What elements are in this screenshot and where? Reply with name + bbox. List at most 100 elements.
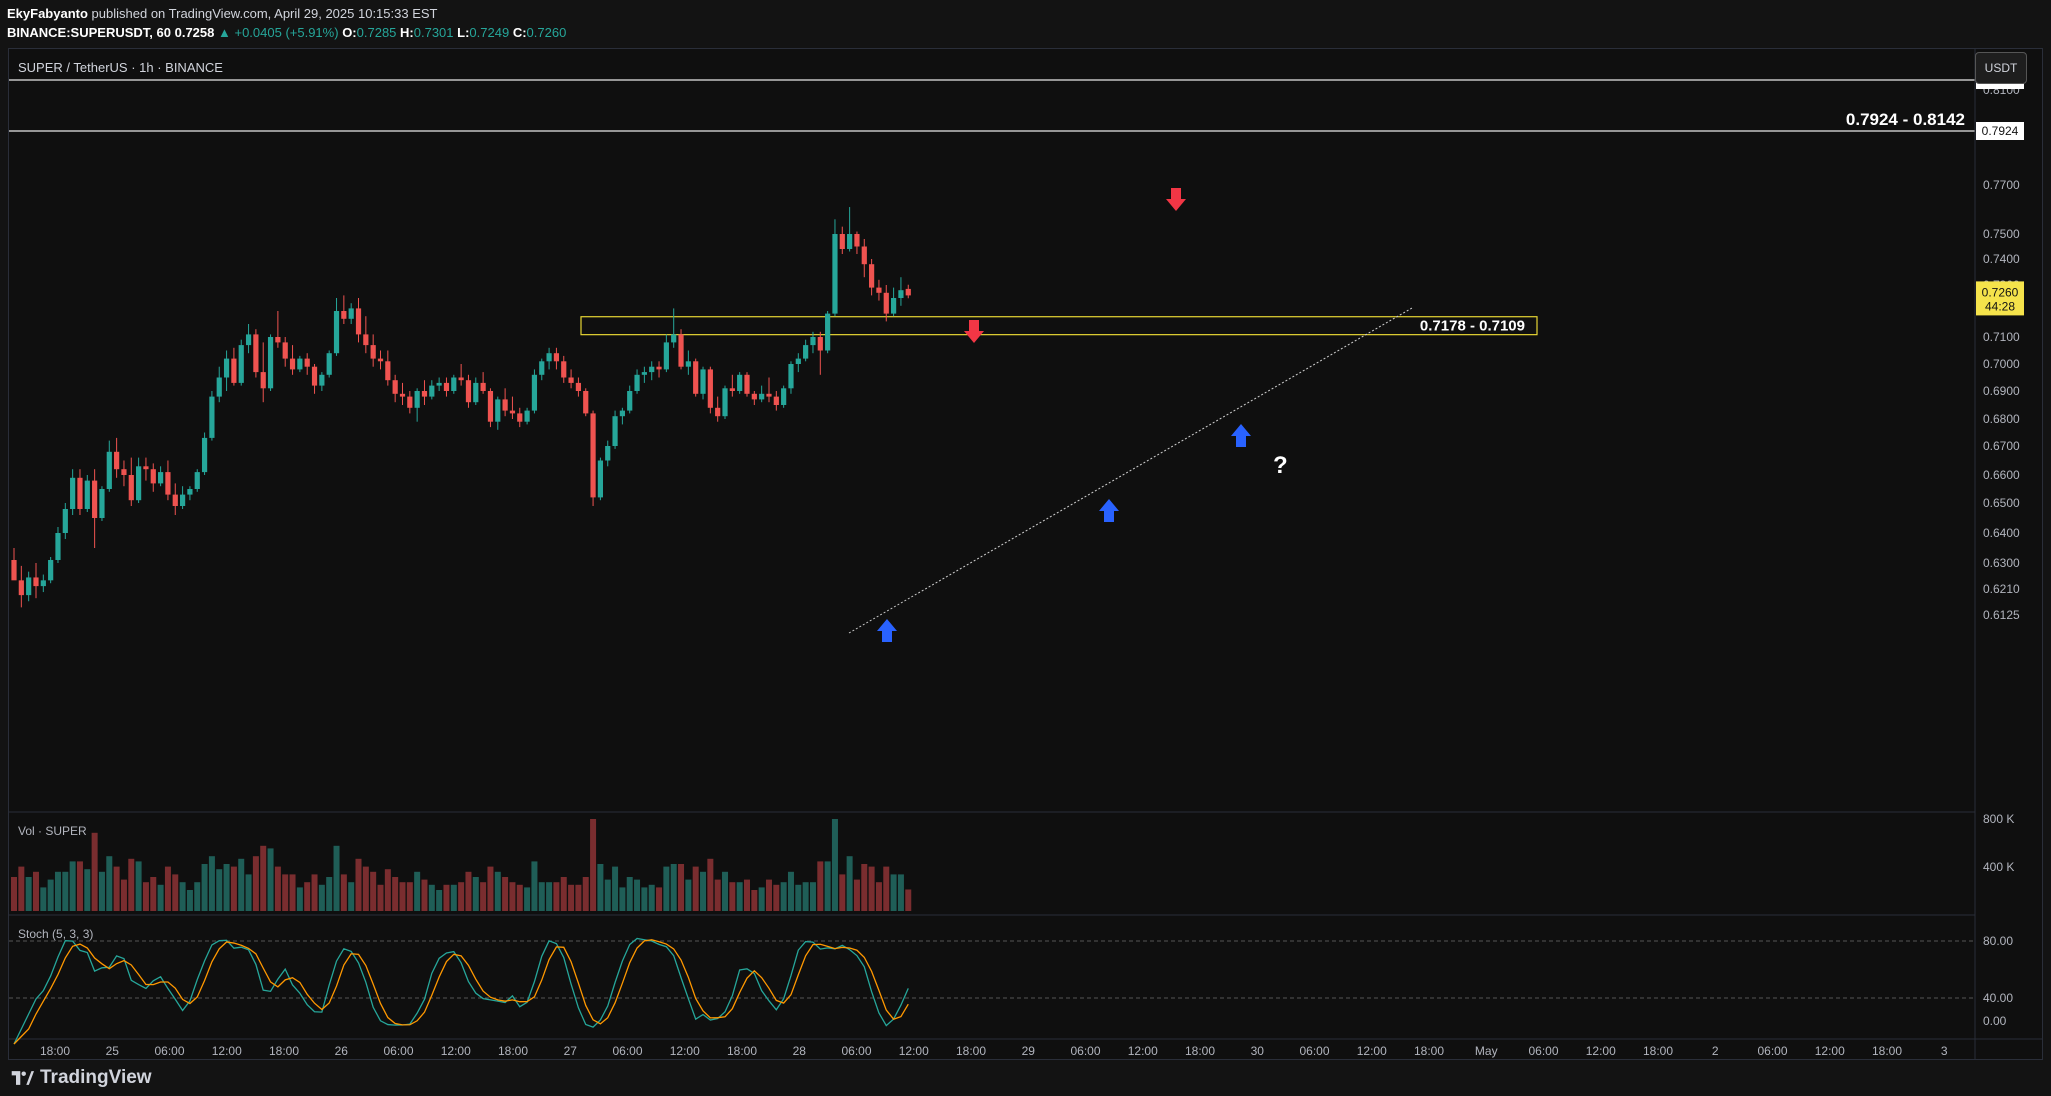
volume-bar bbox=[428, 884, 435, 911]
price-tick-12: 0.6400 bbox=[1983, 526, 2020, 540]
currency-button[interactable]: USDT bbox=[1975, 52, 2027, 84]
arrow-down-icon[interactable] bbox=[1166, 188, 1186, 211]
time-tick-16: 18:00 bbox=[956, 1044, 986, 1058]
volume-bar bbox=[780, 882, 787, 911]
volume-bar bbox=[230, 866, 237, 911]
candle-body bbox=[619, 410, 625, 417]
volume-bar bbox=[553, 882, 560, 911]
author-name[interactable]: EkyFabyanto bbox=[7, 6, 88, 21]
last-price: 0.7258 bbox=[174, 25, 215, 40]
candle-body bbox=[253, 334, 259, 373]
candle-body bbox=[656, 366, 662, 370]
candle-body bbox=[297, 358, 303, 370]
candle-body bbox=[48, 560, 54, 581]
volume-bar bbox=[252, 856, 259, 911]
time-tick-32: 18:00 bbox=[1872, 1044, 1902, 1058]
candle-body bbox=[663, 342, 669, 370]
candle-body bbox=[597, 460, 603, 498]
arrow-up-icon[interactable] bbox=[1231, 424, 1251, 447]
volume-bar bbox=[142, 882, 149, 911]
candle-body bbox=[451, 377, 457, 391]
candle-body bbox=[715, 407, 721, 417]
support-zone[interactable]: 0.7178 - 0.7109 bbox=[580, 316, 1538, 336]
time-tick-7: 12:00 bbox=[441, 1044, 471, 1058]
time-tick-29: 2 bbox=[1712, 1044, 1719, 1058]
candle-body bbox=[861, 246, 867, 265]
time-tick-19: 12:00 bbox=[1128, 1044, 1158, 1058]
time-tick-2: 06:00 bbox=[154, 1044, 184, 1058]
trendline[interactable] bbox=[848, 307, 1413, 634]
candle-body bbox=[238, 345, 244, 383]
current-price-value: 0.7260 bbox=[1982, 285, 2019, 299]
time-axis[interactable]: 18:00 25 06:00 12:00 18:00 26 06:00 12:00 18:00 2… bbox=[40, 1044, 1948, 1058]
candle-body bbox=[209, 396, 215, 438]
candle-body bbox=[568, 377, 574, 383]
ascending-trendline[interactable] bbox=[848, 307, 1413, 634]
candle-body bbox=[781, 388, 787, 405]
time-tick-26: 06:00 bbox=[1528, 1044, 1558, 1058]
chart-canvas[interactable]: SUPER / TetherUS · 1h · BINANCE 0.7178 -… bbox=[9, 49, 2042, 1059]
candle-body bbox=[407, 396, 413, 408]
footer: TradingView bbox=[0, 1060, 2051, 1096]
volume-bar bbox=[348, 882, 355, 911]
volume-bar bbox=[245, 874, 252, 911]
price-tick-10: 0.6600 bbox=[1983, 468, 2020, 482]
stoch-tick-1: 40.00 bbox=[1983, 991, 2013, 1005]
candle-body bbox=[891, 298, 897, 314]
candle-body bbox=[377, 358, 384, 362]
candle-body bbox=[649, 366, 655, 373]
volume-bar bbox=[531, 861, 538, 911]
candle-body bbox=[722, 388, 728, 417]
horizontal-levels[interactable] bbox=[9, 79, 1975, 132]
arrow-up-icon[interactable] bbox=[877, 619, 897, 642]
candle-body bbox=[201, 437, 208, 473]
volume-bar bbox=[714, 879, 721, 911]
time-tick-28: 18:00 bbox=[1643, 1044, 1673, 1058]
candle-body bbox=[561, 361, 567, 378]
chart-header: EkyFabyanto published on TradingView.com… bbox=[0, 0, 2051, 48]
stoch-k-line bbox=[13, 937, 909, 1045]
candle-body bbox=[700, 369, 706, 394]
chart-area[interactable]: SUPER / TetherUS · 1h · BINANCE 0.7178 -… bbox=[8, 48, 2043, 1060]
candle-body bbox=[304, 358, 310, 367]
volume-bar bbox=[890, 874, 897, 911]
candle-body bbox=[495, 399, 501, 422]
candle-body bbox=[289, 358, 296, 370]
time-tick-1: 25 bbox=[106, 1044, 120, 1058]
volume-bar bbox=[326, 877, 333, 911]
candle-body bbox=[385, 361, 391, 381]
volume-bar bbox=[795, 884, 802, 911]
volume-bar bbox=[54, 871, 61, 911]
candle-body bbox=[678, 334, 684, 367]
volume-bar bbox=[208, 856, 215, 911]
price-tick-7: 0.6900 bbox=[1983, 384, 2020, 398]
candle-body bbox=[231, 358, 237, 383]
time-tick-8: 18:00 bbox=[498, 1044, 528, 1058]
candle-body bbox=[517, 413, 523, 422]
price-tick-1: 0.7700 bbox=[1983, 178, 2020, 192]
stoch-tick-0: 80.00 bbox=[1983, 934, 2013, 948]
price-change: ▲ +0.0405 (+5.91%) bbox=[218, 25, 339, 40]
tradingview-brand[interactable]: TradingView bbox=[10, 1067, 152, 1089]
support-zone-box[interactable] bbox=[580, 316, 1538, 336]
time-tick-5: 26 bbox=[335, 1044, 349, 1058]
volume-bar bbox=[604, 879, 611, 911]
price-axis[interactable]: 0.81000.77000.75000.74000.73000.71000.70… bbox=[1983, 83, 2020, 622]
arrow-annotations[interactable] bbox=[877, 188, 1251, 642]
arrow-up-icon[interactable] bbox=[1099, 499, 1119, 522]
level-tag-text-1: 0.7924 bbox=[1982, 124, 2019, 138]
candle-body bbox=[788, 364, 794, 389]
candle-body bbox=[869, 264, 875, 288]
candle-body bbox=[905, 288, 911, 296]
volume-bar bbox=[311, 874, 318, 911]
symbol-line: BINANCE:SUPERUSDT, 60 bbox=[7, 25, 171, 40]
resistance-zone-label: 0.7924 - 0.8142 bbox=[1846, 110, 1965, 129]
question-mark: ? bbox=[1273, 452, 1288, 479]
volume-bar bbox=[656, 887, 663, 911]
candle-body bbox=[341, 311, 347, 319]
arrow-down-icon[interactable] bbox=[964, 320, 984, 343]
volume-bar bbox=[802, 882, 809, 911]
volume-bar bbox=[274, 866, 281, 911]
candle-body bbox=[99, 489, 105, 518]
candle-body bbox=[685, 361, 691, 367]
